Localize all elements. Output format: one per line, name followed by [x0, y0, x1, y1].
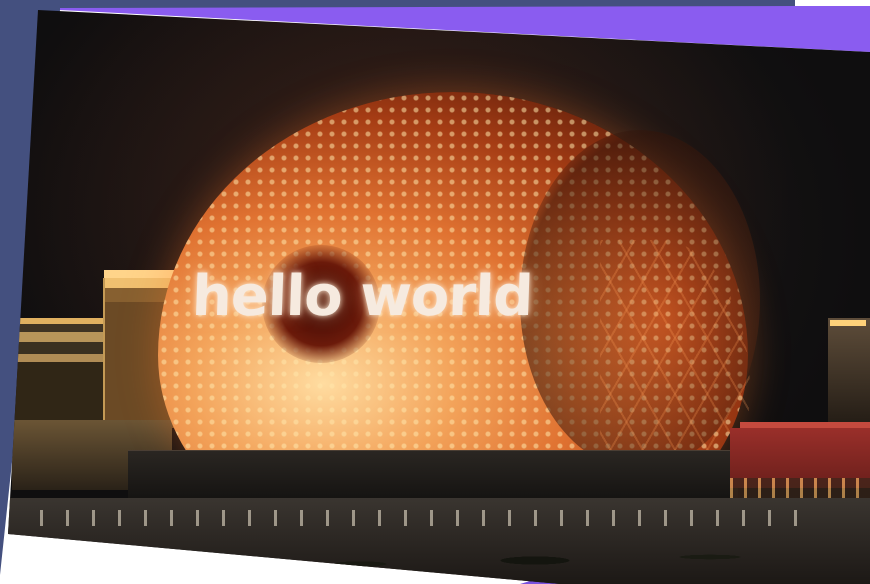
building-sign-right	[830, 320, 866, 326]
foreground-trees	[150, 515, 850, 584]
image-frame: hello world	[0, 0, 870, 584]
hotel-building-left	[12, 318, 110, 428]
sphere-display-text: hello world	[190, 264, 534, 329]
building-right-edge	[828, 318, 870, 428]
sphere-photo: hello world	[8, 10, 870, 584]
